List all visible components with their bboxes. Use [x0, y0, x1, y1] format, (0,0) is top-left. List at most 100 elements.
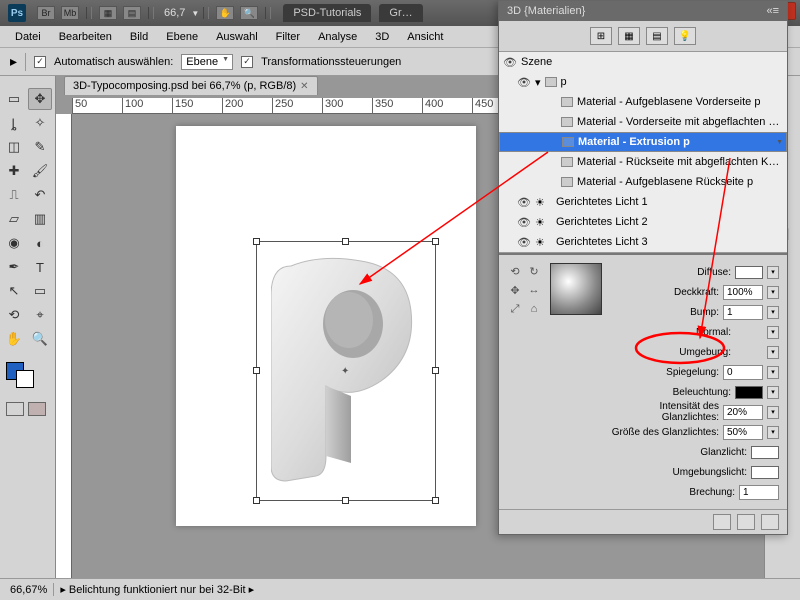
lasso-tool[interactable]: ȴ — [2, 112, 26, 134]
view-extras-button[interactable]: ▦ — [99, 6, 117, 20]
env-menu[interactable]: ▾ — [767, 346, 779, 359]
light-row[interactable]: 👁☀ Gerichtetes Licht 2 — [499, 212, 787, 232]
shape-tool[interactable]: ▭ — [28, 280, 52, 302]
handle-tl[interactable] — [253, 238, 260, 245]
minibridge-button[interactable]: Mb — [61, 6, 79, 20]
gloss-size-menu[interactable]: ▾ — [767, 426, 779, 439]
new-light-button[interactable] — [737, 514, 755, 530]
history-brush-tool[interactable]: ↶ — [28, 184, 52, 206]
rotate-tool-icon[interactable]: ⟲ — [507, 263, 523, 279]
menu-file[interactable]: Datei — [6, 28, 50, 46]
auto-select-checkbox[interactable]: ✓ — [34, 56, 46, 68]
zoom-button[interactable]: 🔍 — [240, 6, 258, 20]
quickmask-on[interactable] — [28, 402, 46, 416]
path-tool[interactable]: ↖ — [2, 280, 26, 302]
wand-tool[interactable]: ✧ — [28, 112, 52, 134]
document-tab[interactable]: 3D-Typocomposing.psd bei 66,7% (p, RGB/8… — [64, 76, 318, 95]
menu-filter[interactable]: Filter — [267, 28, 309, 46]
scene-mesh-p[interactable]: 👁▾ p — [499, 72, 787, 92]
eye-icon[interactable]: 👁 — [517, 216, 531, 229]
3d-camera-tool[interactable]: ⌖ — [28, 304, 52, 326]
transform-bounding-box[interactable]: ✦ — [256, 241, 436, 501]
eraser-tool[interactable]: ▱ — [2, 208, 26, 230]
gloss-size-field[interactable]: 50% — [723, 425, 763, 440]
handle-bc[interactable] — [342, 497, 349, 504]
type-tool[interactable]: T — [28, 256, 52, 278]
menu-view[interactable]: Ansicht — [398, 28, 452, 46]
handle-tc[interactable] — [342, 238, 349, 245]
close-icon[interactable]: ✕ — [300, 81, 308, 92]
eye-icon[interactable]: 👁 — [517, 196, 531, 209]
refl-menu[interactable]: ▾ — [767, 366, 779, 379]
material-row[interactable]: Material - Rückseite mit abgeflachten K… — [499, 152, 787, 172]
diffuse-menu[interactable]: ▾ — [767, 266, 779, 279]
auto-select-mode[interactable]: Ebene — [181, 54, 233, 70]
opacity-field[interactable]: 100% — [723, 285, 763, 300]
handle-bl[interactable] — [253, 497, 260, 504]
amb-swatch[interactable] — [751, 466, 779, 479]
workspace-tab[interactable]: PSD-Tutorials — [283, 4, 371, 22]
bridge-button[interactable]: Br — [37, 6, 55, 20]
diffuse-swatch[interactable] — [735, 266, 763, 279]
bump-menu[interactable]: ▾ — [767, 306, 779, 319]
blur-tool[interactable]: ◉ — [2, 232, 26, 254]
filter-scene-button[interactable]: ⊞ — [590, 27, 612, 45]
filter-meshes-button[interactable]: ▦ — [618, 27, 640, 45]
view-guides-button[interactable]: ▤ — [123, 6, 141, 20]
handle-rc[interactable] — [432, 367, 439, 374]
illum-swatch[interactable] — [735, 386, 763, 399]
material-row[interactable]: Material - Aufgeblasene Vorderseite p — [499, 92, 787, 112]
gloss-int-field[interactable]: 20% — [723, 405, 763, 420]
gradient-tool[interactable]: ▥ — [28, 208, 52, 230]
handle-tr[interactable] — [432, 238, 439, 245]
refr-field[interactable]: 1 — [739, 485, 779, 500]
menu-layer[interactable]: Ebene — [157, 28, 207, 46]
menu-analysis[interactable]: Analyse — [309, 28, 366, 46]
gloss-int-menu[interactable]: ▾ — [767, 406, 779, 419]
refl-field[interactable]: 0 — [723, 365, 763, 380]
dodge-tool[interactable]: ◐ — [28, 232, 52, 254]
marquee-tool[interactable]: ▭ — [2, 88, 26, 110]
move-tool[interactable]: ✥ — [28, 88, 52, 110]
quickmask-off[interactable] — [6, 402, 24, 416]
menu-image[interactable]: Bild — [121, 28, 157, 46]
handle-br[interactable] — [432, 497, 439, 504]
scene-root[interactable]: 👁Szene — [499, 52, 787, 72]
spec-swatch[interactable] — [751, 446, 779, 459]
opacity-menu[interactable]: ▾ — [767, 286, 779, 299]
menu-edit[interactable]: Bearbeiten — [50, 28, 121, 46]
roll-tool-icon[interactable]: ↻ — [526, 263, 542, 279]
normal-menu[interactable]: ▾ — [767, 326, 779, 339]
panel-title-bar[interactable]: 3D {Materialien} «≡ — [499, 1, 787, 21]
light-row[interactable]: 👁☀ Gerichtetes Licht 3 — [499, 232, 787, 252]
heal-tool[interactable]: ✚ — [2, 160, 26, 182]
menu-select[interactable]: Auswahl — [207, 28, 267, 46]
hand-tool[interactable]: ✋ — [2, 328, 26, 350]
filter-lights-button[interactable]: 💡 — [674, 27, 696, 45]
material-row-selected[interactable]: Material - Extrusion p — [499, 132, 787, 152]
background-color[interactable] — [16, 370, 34, 388]
light-row[interactable]: 👁☀ Gerichtetes Licht 1 — [499, 192, 787, 212]
eye-icon[interactable]: 👁 — [503, 56, 517, 69]
pan-tool-icon[interactable]: ✥ — [507, 282, 523, 298]
slide-tool-icon[interactable]: ↔ — [526, 282, 542, 298]
illum-menu[interactable]: ▾ — [767, 386, 779, 399]
material-row[interactable]: Material - Aufgeblasene Rückseite p — [499, 172, 787, 192]
pen-tool[interactable]: ✒ — [2, 256, 26, 278]
transform-controls-checkbox[interactable]: ✓ — [241, 56, 253, 68]
render-button[interactable] — [713, 514, 731, 530]
hand-button[interactable]: ✋ — [216, 6, 234, 20]
workspace-tab-2[interactable]: Gr… — [379, 4, 422, 22]
scene-tree[interactable]: 👁Szene 👁▾ p Material - Aufgeblasene Vord… — [499, 52, 787, 253]
brush-tool[interactable]: 🖌 — [28, 160, 52, 182]
handle-lc[interactable] — [253, 367, 260, 374]
eye-icon[interactable]: 👁 — [517, 236, 531, 249]
stamp-tool[interactable]: ⎍ — [2, 184, 26, 206]
menu-3d[interactable]: 3D — [366, 28, 398, 46]
filter-materials-button[interactable]: ▤ — [646, 27, 668, 45]
trash-button[interactable] — [761, 514, 779, 530]
material-row[interactable]: Material - Vorderseite mit abgeflachten … — [499, 112, 787, 132]
crop-tool[interactable]: ◫ — [2, 136, 26, 158]
zoom-tool[interactable]: 🔍 — [28, 328, 52, 350]
bump-field[interactable]: 1 — [723, 305, 763, 320]
